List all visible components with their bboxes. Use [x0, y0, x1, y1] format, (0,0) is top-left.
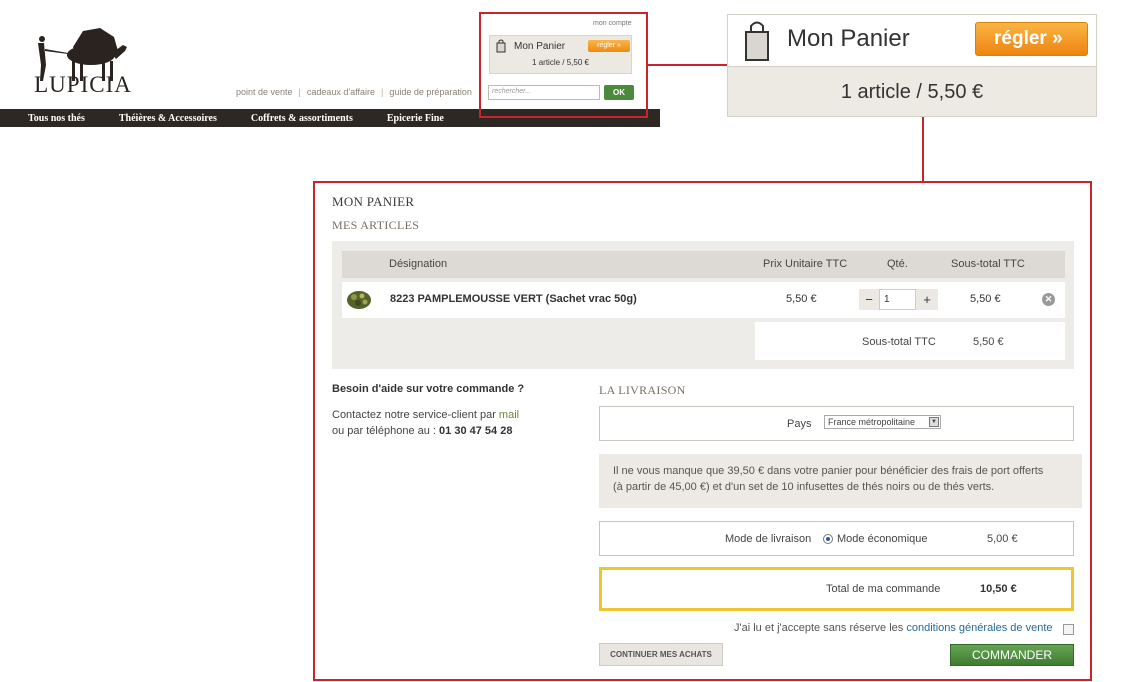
search-ok-button[interactable]: OK	[604, 85, 634, 100]
col-designation: Désignation	[389, 258, 448, 270]
nav-tous-nos-thes[interactable]: Tous nos thés	[28, 113, 85, 124]
delivery-mode-box: Mode de livraison Mode économique 5,00 €	[599, 521, 1074, 556]
promo-line2: (à partir de 45,00 €) et d'un set de 10 …	[613, 481, 995, 493]
nav-coffrets-assortiments[interactable]: Coffrets & assortiments	[251, 113, 353, 124]
product-thumbnail[interactable]	[346, 289, 372, 311]
link-cadeaux-affaire[interactable]: cadeaux d'affaire	[307, 87, 375, 97]
col-unit-price: Prix Unitaire TTC	[763, 258, 848, 270]
terms-prefix: J'ai lu et j'accepte sans réserve les	[734, 622, 907, 634]
table-row: 8223 PAMPLEMOUSSE VERT (Sachet vrac 50g)…	[342, 282, 1065, 318]
subtotal-value: 5,50 €	[973, 336, 1004, 348]
phone-number: 01 30 47 54 28	[439, 425, 513, 437]
mini-cart[interactable]: Mon Panier régler » 1 article / 5,50 €	[489, 35, 632, 74]
subtotal-box: Sous-total TTC 5,50 €	[755, 322, 1065, 360]
double-chevron-right-icon: »	[1052, 28, 1063, 49]
qty-increase-button[interactable]: +	[916, 289, 938, 310]
help-line1: Contactez notre service-client par	[332, 409, 499, 421]
order-total-label: Total de ma commande	[826, 583, 941, 595]
cart-zoom-summary: 1 article / 5,50 €	[728, 66, 1096, 116]
cart-zoom[interactable]: Mon Panier régler » 1 article / 5,50 €	[727, 14, 1097, 117]
nav-theieres-accessoires[interactable]: Théières & Accessoires	[119, 113, 217, 124]
line-subtotal: 5,50 €	[970, 293, 1001, 305]
order-button[interactable]: COMMANDER	[950, 644, 1074, 666]
help-text: Contactez notre service-client par mail …	[332, 407, 519, 439]
shopping-bag-icon	[496, 39, 506, 53]
subtotal-label: Sous-total TTC	[862, 336, 936, 348]
unit-price: 5,50 €	[786, 293, 817, 305]
header-links: point de vente | cadeaux d'affaire | guide d…	[234, 87, 474, 97]
mini-checkout-button[interactable]: régler »	[588, 40, 630, 52]
country-label: Pays	[787, 418, 812, 430]
brand-logo-text[interactable]: LUPICIA	[28, 72, 138, 98]
checkout-button[interactable]: régler »	[975, 22, 1088, 56]
connector-line	[922, 117, 924, 181]
terms-text: J'ai lu et j'accepte sans réserve les co…	[734, 622, 1053, 634]
terms-link[interactable]: conditions générales de vente	[906, 622, 1052, 634]
table-header: Désignation Prix Unitaire TTC Qté. Sous-…	[342, 251, 1065, 278]
delivery-mode-radio[interactable]	[823, 534, 833, 544]
mini-checkout-label: régler	[597, 42, 616, 49]
search-input[interactable]: rechercher...	[488, 85, 600, 100]
terms-checkbox[interactable]	[1063, 624, 1074, 635]
qty-decrease-button[interactable]: −	[859, 289, 879, 310]
link-separator: |	[381, 87, 384, 97]
delivery-mode-label: Mode de livraison	[725, 533, 812, 545]
col-qty: Qté.	[887, 258, 908, 270]
order-total-box: Total de ma commande 10,50 €	[599, 567, 1074, 611]
section-title-articles: MES ARTICLES	[332, 218, 420, 232]
delivery-mode-price: 5,00 €	[987, 533, 1018, 545]
section-title-delivery: LA LIVRAISON	[599, 383, 686, 397]
chevron-down-icon: ▼	[929, 417, 939, 427]
nav-epicerie-fine[interactable]: Epicerie Fine	[387, 113, 444, 124]
cart-zoom-header: Mon Panier régler »	[728, 15, 1096, 66]
order-total-value: 10,50 €	[980, 583, 1017, 595]
link-guide-preparation[interactable]: guide de préparation	[389, 87, 472, 97]
mail-link[interactable]: mail	[499, 409, 519, 421]
promo-line1: Il ne vous manque que 39,50 € dans votre…	[613, 465, 1044, 477]
cart-zoom-title: Mon Panier	[787, 25, 910, 52]
qty-input[interactable]: 1	[879, 289, 916, 310]
remove-item-icon[interactable]: ✕	[1042, 293, 1055, 306]
mini-cart-summary: 1 article / 5,50 €	[532, 58, 589, 67]
link-separator: |	[298, 87, 301, 97]
help-line2: ou par téléphone au :	[332, 425, 440, 437]
country-value: France métropolitaine	[828, 417, 916, 427]
page-title: MON PANIER	[332, 194, 415, 209]
product-name[interactable]: 8223 PAMPLEMOUSSE VERT (Sachet vrac 50g)	[390, 293, 637, 305]
checkout-label: régler	[994, 28, 1047, 49]
link-point-de-vente[interactable]: point de vente	[236, 87, 293, 97]
free-shipping-notice: Il ne vous manque que 39,50 € dans votre…	[599, 454, 1082, 508]
country-box: Pays France métropolitaine ▼	[599, 406, 1074, 441]
help-title: Besoin d'aide sur votre commande ?	[332, 383, 525, 395]
col-subtotal: Sous-total TTC	[951, 258, 1025, 270]
shopping-bag-icon	[745, 21, 769, 61]
double-chevron-right-icon: »	[616, 42, 621, 49]
mini-cart-title: Mon Panier	[514, 41, 566, 52]
connector-line	[647, 64, 727, 66]
country-select[interactable]: France métropolitaine ▼	[824, 415, 941, 429]
account-link[interactable]: mon compte	[593, 20, 632, 27]
continue-shopping-button[interactable]: CONTINUER MES ACHATS	[599, 643, 723, 666]
delivery-mode-option[interactable]: Mode économique	[837, 533, 928, 545]
